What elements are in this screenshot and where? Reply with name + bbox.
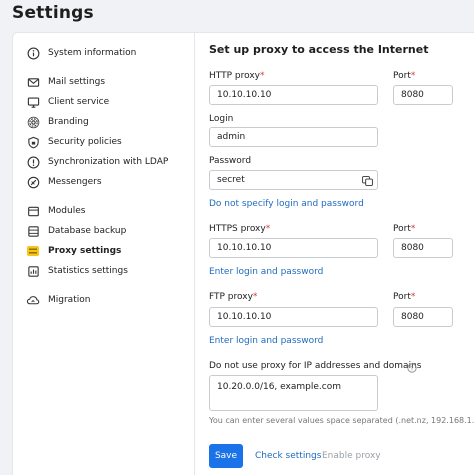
sidebar-item-migration[interactable]: Migration <box>13 290 195 310</box>
monitor-icon <box>26 95 40 109</box>
sidebar-item-modules[interactable]: Modules <box>13 201 195 221</box>
http-port-label: Port* <box>393 71 415 81</box>
sidebar-item-branding[interactable]: Branding <box>13 112 195 132</box>
ftp-proxy-input[interactable] <box>209 307 378 327</box>
sidebar-item-client-service[interactable]: Client service <box>13 92 195 112</box>
no-proxy-hint: You can enter several values space separ… <box>209 416 474 425</box>
sidebar-item-mail-settings[interactable]: Mail settings <box>13 72 195 92</box>
proxy-icon <box>26 244 40 258</box>
password-input[interactable] <box>209 170 378 190</box>
ftp-port-label-text: Port <box>393 292 411 302</box>
sidebar-item-database-backup[interactable]: Database backup <box>13 221 195 241</box>
http-proxy-input[interactable] <box>209 85 378 105</box>
toggle-password-visibility-button[interactable] <box>360 173 374 187</box>
required-mark: * <box>410 292 416 302</box>
required-mark: * <box>260 71 265 81</box>
login-input[interactable] <box>209 127 378 147</box>
sidebar-item-system-information[interactable]: System information <box>13 43 195 63</box>
sidebar-item-label: Database backup <box>48 226 127 236</box>
sidebar-item-label: Synchronization with LDAP <box>48 157 169 167</box>
sidebar-item-security-policies[interactable]: Security policies <box>13 132 195 152</box>
info-icon[interactable]: ? <box>406 362 417 373</box>
required-mark: * <box>252 292 258 302</box>
gear-icon <box>26 115 40 129</box>
required-mark: * <box>265 224 271 234</box>
sidebar-item-label: System information <box>48 48 137 58</box>
https-enter-login-link[interactable]: Enter login and password <box>209 267 323 277</box>
http-port-input[interactable] <box>393 85 453 105</box>
sidebar-item-label: Messengers <box>48 177 102 187</box>
settings-panel: System information Mail settings Client … <box>12 32 474 475</box>
https-proxy-input[interactable] <box>209 238 378 258</box>
sidebar-item-proxy-settings[interactable]: Proxy settings <box>13 241 195 261</box>
https-port-input[interactable] <box>393 238 453 258</box>
sidebar-item-ldap-sync[interactable]: Synchronization with LDAP <box>13 152 195 172</box>
check-settings-button[interactable]: Check settings <box>255 451 321 461</box>
sidebar-item-statistics-settings[interactable]: Statistics settings <box>13 261 195 281</box>
envelope-icon <box>26 75 40 89</box>
page-title: Settings <box>12 3 94 23</box>
required-mark: * <box>410 224 416 234</box>
grid-icon <box>26 204 40 218</box>
https-proxy-label-text: HTTPS proxy <box>209 224 266 234</box>
show-password-icon <box>361 171 373 190</box>
ftp-proxy-label: FTP proxy* <box>209 292 257 302</box>
ftp-port-input[interactable] <box>393 307 453 327</box>
svg-text:?: ? <box>410 365 413 372</box>
alert-circle-icon <box>26 155 40 169</box>
http-port-label-text: Port <box>393 71 411 81</box>
sidebar-item-messengers[interactable]: Messengers <box>13 172 195 192</box>
no-login-link[interactable]: Do not specify login and password <box>209 199 364 209</box>
sidebar-item-label: Modules <box>48 206 86 216</box>
https-proxy-label: HTTPS proxy* <box>209 224 270 234</box>
https-port-label: Port* <box>393 224 415 234</box>
sidebar-item-label: Client service <box>48 97 110 107</box>
required-mark: * <box>410 71 416 81</box>
database-icon <box>26 224 40 238</box>
sidebar-item-label: Migration <box>48 295 91 305</box>
password-label: Password <box>209 156 252 166</box>
http-proxy-label-text: HTTP proxy <box>209 71 260 81</box>
http-proxy-label: HTTP proxy* <box>209 71 265 81</box>
no-proxy-label: Do not use proxy for IP addresses and do… <box>209 361 422 371</box>
ftp-port-label: Port* <box>393 292 415 302</box>
cloud-migration-icon <box>26 293 40 307</box>
sidebar-item-label: Proxy settings <box>48 246 122 256</box>
ftp-enter-login-link[interactable]: Enter login and password <box>209 336 323 346</box>
shield-icon <box>26 135 40 149</box>
ftp-proxy-label-text: FTP proxy <box>209 292 253 302</box>
sidebar-item-label: Statistics settings <box>48 266 128 276</box>
sidebar-item-label: Security policies <box>48 137 122 147</box>
info-circle-icon <box>26 46 40 60</box>
section-title: Set up proxy to access the Internet <box>209 43 429 56</box>
save-button[interactable]: Save <box>209 444 243 468</box>
no-proxy-textarea[interactable] <box>209 375 378 411</box>
sidebar-item-label: Branding <box>48 117 89 127</box>
sidebar: System information Mail settings Client … <box>13 33 195 475</box>
enable-proxy-button[interactable]: Enable proxy <box>322 451 381 461</box>
proxy-form: Set up proxy to access the Internet HTTP… <box>209 33 474 475</box>
login-label: Login <box>209 114 234 124</box>
chat-bubble-icon <box>26 175 40 189</box>
chart-icon <box>26 264 40 278</box>
https-port-label-text: Port <box>393 224 411 234</box>
sidebar-item-label: Mail settings <box>48 77 106 87</box>
